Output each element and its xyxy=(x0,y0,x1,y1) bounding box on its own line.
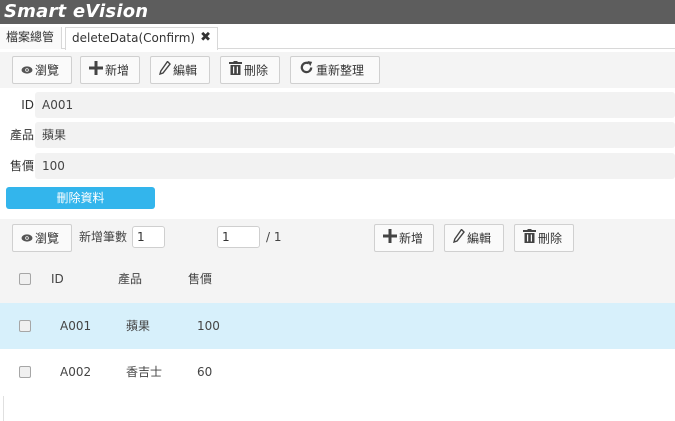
edit-button[interactable]: 編輯 xyxy=(150,56,210,84)
id-field[interactable]: A001 xyxy=(35,92,675,118)
column-header-price[interactable]: 售價 xyxy=(188,256,212,303)
row-id: A001 xyxy=(60,319,92,333)
trash-icon xyxy=(523,226,536,252)
grid-header: ID 產品 售價 xyxy=(0,256,675,303)
add-count-input[interactable]: 1 xyxy=(132,226,165,248)
row-product: 蘋果 xyxy=(126,319,151,333)
grid-divider xyxy=(3,396,4,421)
grid-edit-button[interactable]: 編輯 xyxy=(444,224,504,252)
product-field-label: 產品 xyxy=(9,128,34,142)
close-icon[interactable]: ✖ xyxy=(200,28,211,48)
product-field[interactable]: 蘋果 xyxy=(35,122,675,148)
eye-icon xyxy=(21,226,33,252)
edit-button-label: 編輯 xyxy=(173,63,198,78)
page-total: / 1 xyxy=(266,230,282,244)
row-price: 100 xyxy=(197,319,220,333)
add-button-label: 新增 xyxy=(105,63,130,78)
tab-delete-data-confirm[interactable]: deleteData(Confirm) ✖ xyxy=(65,27,218,50)
app-title: Smart eVision xyxy=(4,1,149,22)
grid-add-button[interactable]: 新增 xyxy=(374,224,434,252)
price-field[interactable]: 100 xyxy=(35,153,675,179)
refresh-button[interactable]: 重新整理 xyxy=(290,56,380,84)
grid-delete-button-label: 刪除 xyxy=(538,231,563,246)
grid-toolbar: 瀏覽 新增筆數 1 1 / 1 新增 編輯 刪除 xyxy=(0,219,675,256)
column-header-product[interactable]: 產品 xyxy=(118,256,142,303)
grid-browse-button[interactable]: 瀏覽 xyxy=(12,224,72,252)
field-row-product: 產品 蘋果 xyxy=(0,121,675,149)
app-title-bar: Smart eVision xyxy=(0,0,675,24)
plus-icon xyxy=(89,58,103,84)
id-field-label: ID xyxy=(21,98,34,112)
trash-icon xyxy=(229,58,242,84)
pencil-icon xyxy=(452,226,465,252)
data-grid: ID 產品 售價 A001 蘋果 100 A002 香吉士 60 xyxy=(0,256,675,421)
row-id: A002 xyxy=(60,365,92,379)
delete-button-label: 刪除 xyxy=(244,63,269,78)
column-header-id[interactable]: ID xyxy=(51,256,64,303)
tab-file-manager-label: 檔案總管 xyxy=(6,30,55,44)
row-checkbox[interactable] xyxy=(19,366,31,378)
select-all-checkbox[interactable] xyxy=(19,273,31,285)
browse-button-label: 瀏覽 xyxy=(35,63,60,78)
field-row-id: ID A001 xyxy=(0,91,675,119)
eye-icon xyxy=(21,58,33,84)
grid-browse-button-label: 瀏覽 xyxy=(35,231,60,246)
grid-add-button-label: 新增 xyxy=(399,231,424,246)
grid-edit-button-label: 編輯 xyxy=(467,231,492,246)
tab-file-manager[interactable]: 檔案總管 xyxy=(0,27,62,49)
row-product: 香吉士 xyxy=(126,365,163,379)
refresh-icon xyxy=(299,58,314,84)
refresh-button-label: 重新整理 xyxy=(316,63,365,78)
grid-delete-button[interactable]: 刪除 xyxy=(514,224,574,252)
row-price: 60 xyxy=(197,365,213,379)
plus-icon xyxy=(383,226,397,252)
add-count-label: 新增筆數 xyxy=(79,230,128,244)
tab-delete-data-confirm-label: deleteData(Confirm) xyxy=(72,31,196,45)
form-toolbar: 瀏覽 新增 編輯 刪除 重新整理 xyxy=(0,52,675,88)
page-number-input[interactable]: 1 xyxy=(217,226,260,248)
delete-button[interactable]: 刪除 xyxy=(220,56,280,84)
table-row[interactable]: A002 香吉士 60 xyxy=(0,349,675,395)
field-row-price: 售價 100 xyxy=(0,152,675,180)
tab-bar: 檔案總管 deleteData(Confirm) ✖ xyxy=(0,25,675,50)
add-button[interactable]: 新增 xyxy=(80,56,140,84)
pencil-icon xyxy=(158,58,171,84)
row-checkbox[interactable] xyxy=(19,320,31,332)
delete-data-button[interactable]: 刪除資料 xyxy=(6,187,155,209)
browse-button[interactable]: 瀏覽 xyxy=(12,56,72,84)
table-row[interactable]: A001 蘋果 100 xyxy=(0,303,675,349)
price-field-label: 售價 xyxy=(9,159,34,173)
